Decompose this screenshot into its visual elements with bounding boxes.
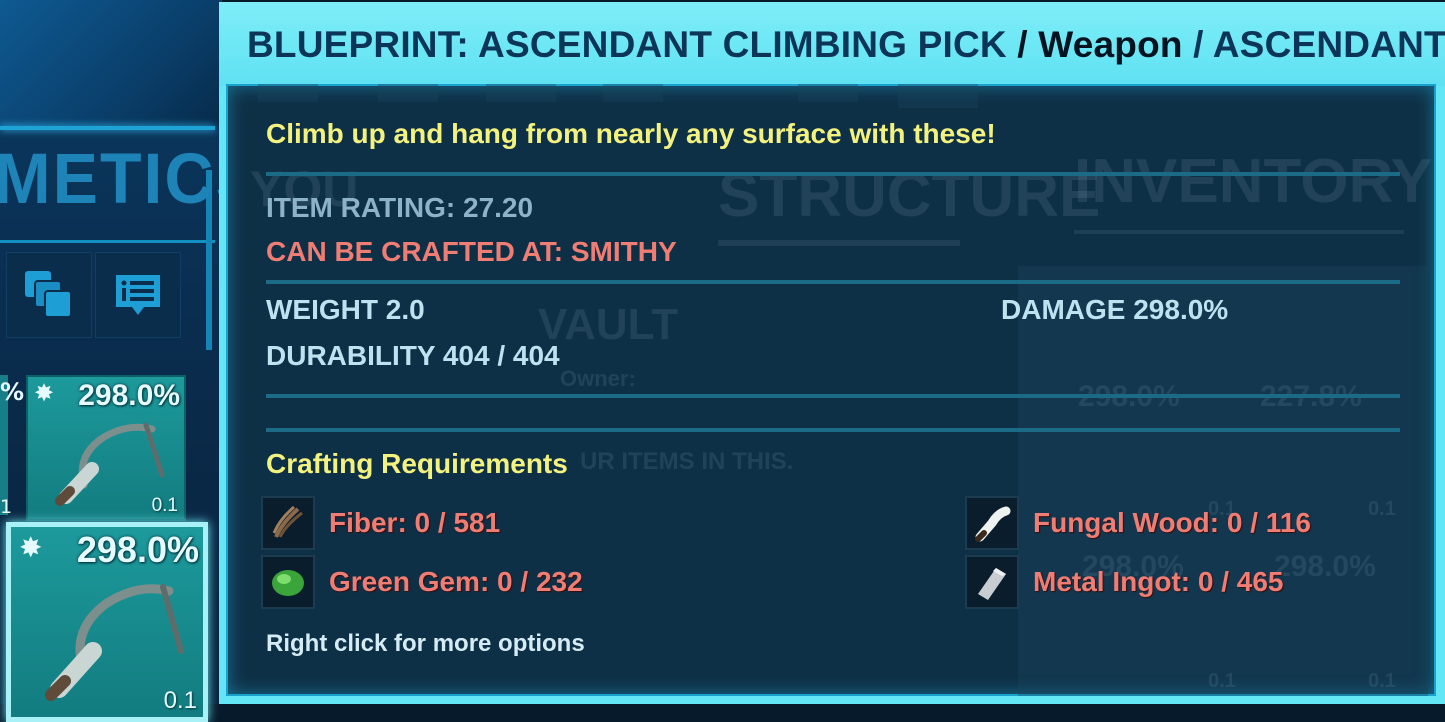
climbing-pick-icon — [55, 422, 165, 506]
fungal-wood-icon — [965, 496, 1019, 550]
ghost-line — [718, 240, 960, 246]
ghost-tab — [486, 84, 556, 102]
item-description: Climb up and hang from nearly any surfac… — [266, 118, 996, 149]
requirements-title: Crafting Requirements — [266, 448, 568, 479]
crafted-at: CAN BE CRAFTED AT: SMITHY — [266, 236, 677, 267]
green-gem-icon — [261, 555, 315, 609]
info-list-icon — [116, 275, 160, 315]
side-panel-divider-2 — [0, 240, 215, 243]
item-details-button[interactable] — [95, 252, 181, 338]
ghost-tab — [258, 84, 318, 102]
requirement-metal-ingot: Metal Ingot: 0 / 465 — [965, 555, 1284, 609]
slot-weight: 0.1 — [163, 687, 197, 714]
fiber-icon — [261, 496, 315, 550]
ghost-inventory-label: INVENTORY — [1074, 147, 1433, 216]
item-name: BLUEPRINT: ASCENDANT CLIMBING PICK — [247, 24, 1007, 65]
stack-items-button[interactable] — [6, 252, 92, 338]
slot-stat: 298.0% — [76, 529, 199, 570]
ghost-tab — [898, 84, 978, 108]
requirement-fungal-wood: Fungal Wood: 0 / 116 — [965, 496, 1311, 550]
climbing-pick-icon — [45, 584, 184, 701]
item-quality: ASCENDANT — [1212, 24, 1445, 65]
weight-stat: WEIGHT 2.0 — [266, 294, 425, 325]
ghost-stat: 298.0% — [1274, 550, 1376, 583]
tooltip-body: YOU STRUCTURE INVENTORY VAULT Owner: UR … — [226, 84, 1436, 696]
ghost-tab — [798, 84, 858, 102]
slot-stat: 298.0% — [78, 379, 180, 412]
ghost-vault-hint: UR ITEMS IN THIS. — [580, 448, 794, 475]
partial-slot-stat: % — [0, 378, 25, 406]
side-panel-divider — [0, 126, 215, 130]
requirement-label: Fiber: 0 / 581 — [329, 507, 501, 538]
inventory-slot-selected[interactable]: ✸ 298.0% 0.1 — [6, 522, 208, 722]
requirement-fiber: Fiber: 0 / 581 — [261, 496, 500, 550]
ghost-tab — [603, 84, 663, 102]
requirement-label: Green Gem: 0 / 232 — [329, 566, 583, 597]
ghost-weight: 0.1 — [1208, 670, 1236, 692]
ghost-owner-label: Owner: — [560, 366, 636, 391]
inventory-slot[interactable]: ✸ 298.0% 0.1 — [26, 375, 186, 521]
durability-stat: DURABILITY 404 / 404 — [266, 340, 560, 371]
side-panel-header-bg — [0, 0, 222, 130]
burst-icon: ✸ — [19, 531, 43, 564]
divider — [266, 428, 1400, 432]
item-category: Weapon — [1038, 24, 1183, 65]
divider — [266, 394, 1400, 398]
damage-stat: DAMAGE 298.0% — [1001, 294, 1229, 325]
ghost-tab — [378, 84, 438, 102]
title-separator: / — [1006, 24, 1039, 65]
burst-icon: ✸ — [34, 379, 55, 407]
requirement-label: Fungal Wood: 0 / 116 — [1033, 507, 1311, 538]
ghost-inventory-grid — [1018, 266, 1428, 696]
item-rating: ITEM RATING: 27.20 — [266, 192, 534, 223]
divider — [266, 172, 1400, 176]
title-separator: / — [1182, 24, 1213, 65]
metal-ingot-icon — [965, 555, 1019, 609]
ghost-line — [1074, 230, 1404, 234]
divider — [266, 280, 1400, 284]
requirement-label: Metal Ingot: 0 / 465 — [1033, 566, 1284, 597]
context-hint: Right click for more options — [266, 630, 585, 657]
requirement-green-gem: Green Gem: 0 / 232 — [261, 555, 583, 609]
item-title: BLUEPRINT: ASCENDANT CLIMBING PICK / Wea… — [247, 24, 1445, 66]
item-tooltip: BLUEPRINT: ASCENDANT CLIMBING PICK / Wea… — [219, 2, 1445, 704]
ghost-weight: 0.1 — [1368, 498, 1396, 520]
ghost-structure-label: STRUCTURE — [718, 161, 1101, 230]
partial-slot-weight: 1 — [0, 496, 13, 518]
ghost-weight: 0.1 — [1368, 670, 1396, 692]
stack-icon — [25, 271, 72, 318]
slot-weight: 0.1 — [151, 495, 178, 516]
